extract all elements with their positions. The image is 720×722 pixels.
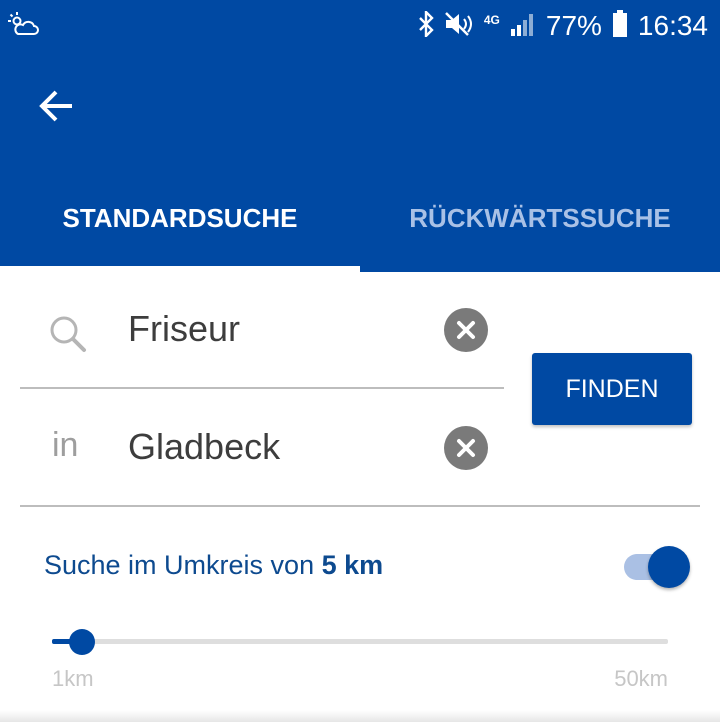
tab-standardsuche[interactable]: STANDARDSUCHE (0, 188, 360, 248)
tab-rueckwaertssuche[interactable]: RÜCKWÄRTSSUCHE (360, 188, 720, 248)
radius-toggle[interactable] (622, 546, 692, 588)
radius-label: Suche im Umkreis von 5 km (44, 550, 383, 581)
divider (20, 387, 504, 389)
close-icon (457, 321, 475, 339)
active-tab-indicator (0, 266, 360, 272)
radius-value: 5 km (321, 550, 384, 580)
bluetooth-icon (418, 8, 434, 42)
slider-thumb[interactable] (69, 629, 95, 655)
network-type: 4G (483, 13, 500, 27)
battery-icon (612, 9, 628, 43)
where-prefix-label: in (52, 426, 79, 464)
clock: 16:34 (637, 10, 708, 41)
radius-slider[interactable] (52, 624, 668, 660)
where-input[interactable] (128, 426, 428, 468)
find-button[interactable]: FINDEN (532, 353, 692, 425)
slider-max-label: 50km (614, 666, 668, 691)
status-bar: 4G 77% 16:34 (0, 0, 720, 52)
back-button[interactable] (32, 82, 80, 130)
where-search-row: in (0, 402, 520, 498)
arrow-left-icon (39, 90, 72, 122)
battery-percent: 77% (545, 10, 602, 41)
radius-label-prefix: Suche im Umkreis von (44, 550, 315, 580)
clear-what-button[interactable] (444, 308, 488, 352)
bottom-shadow (0, 710, 720, 722)
toggle-thumb (648, 546, 690, 588)
slider-track (52, 639, 668, 644)
weather-icon (8, 12, 40, 43)
signal-icon (510, 11, 536, 42)
mute-icon (444, 11, 474, 42)
close-icon (457, 439, 475, 457)
what-search-row (0, 284, 520, 380)
divider (20, 505, 700, 507)
clear-where-button[interactable] (444, 426, 488, 470)
search-icon (46, 312, 90, 356)
what-input[interactable] (128, 308, 428, 350)
slider-min-label: 1km (52, 666, 94, 691)
